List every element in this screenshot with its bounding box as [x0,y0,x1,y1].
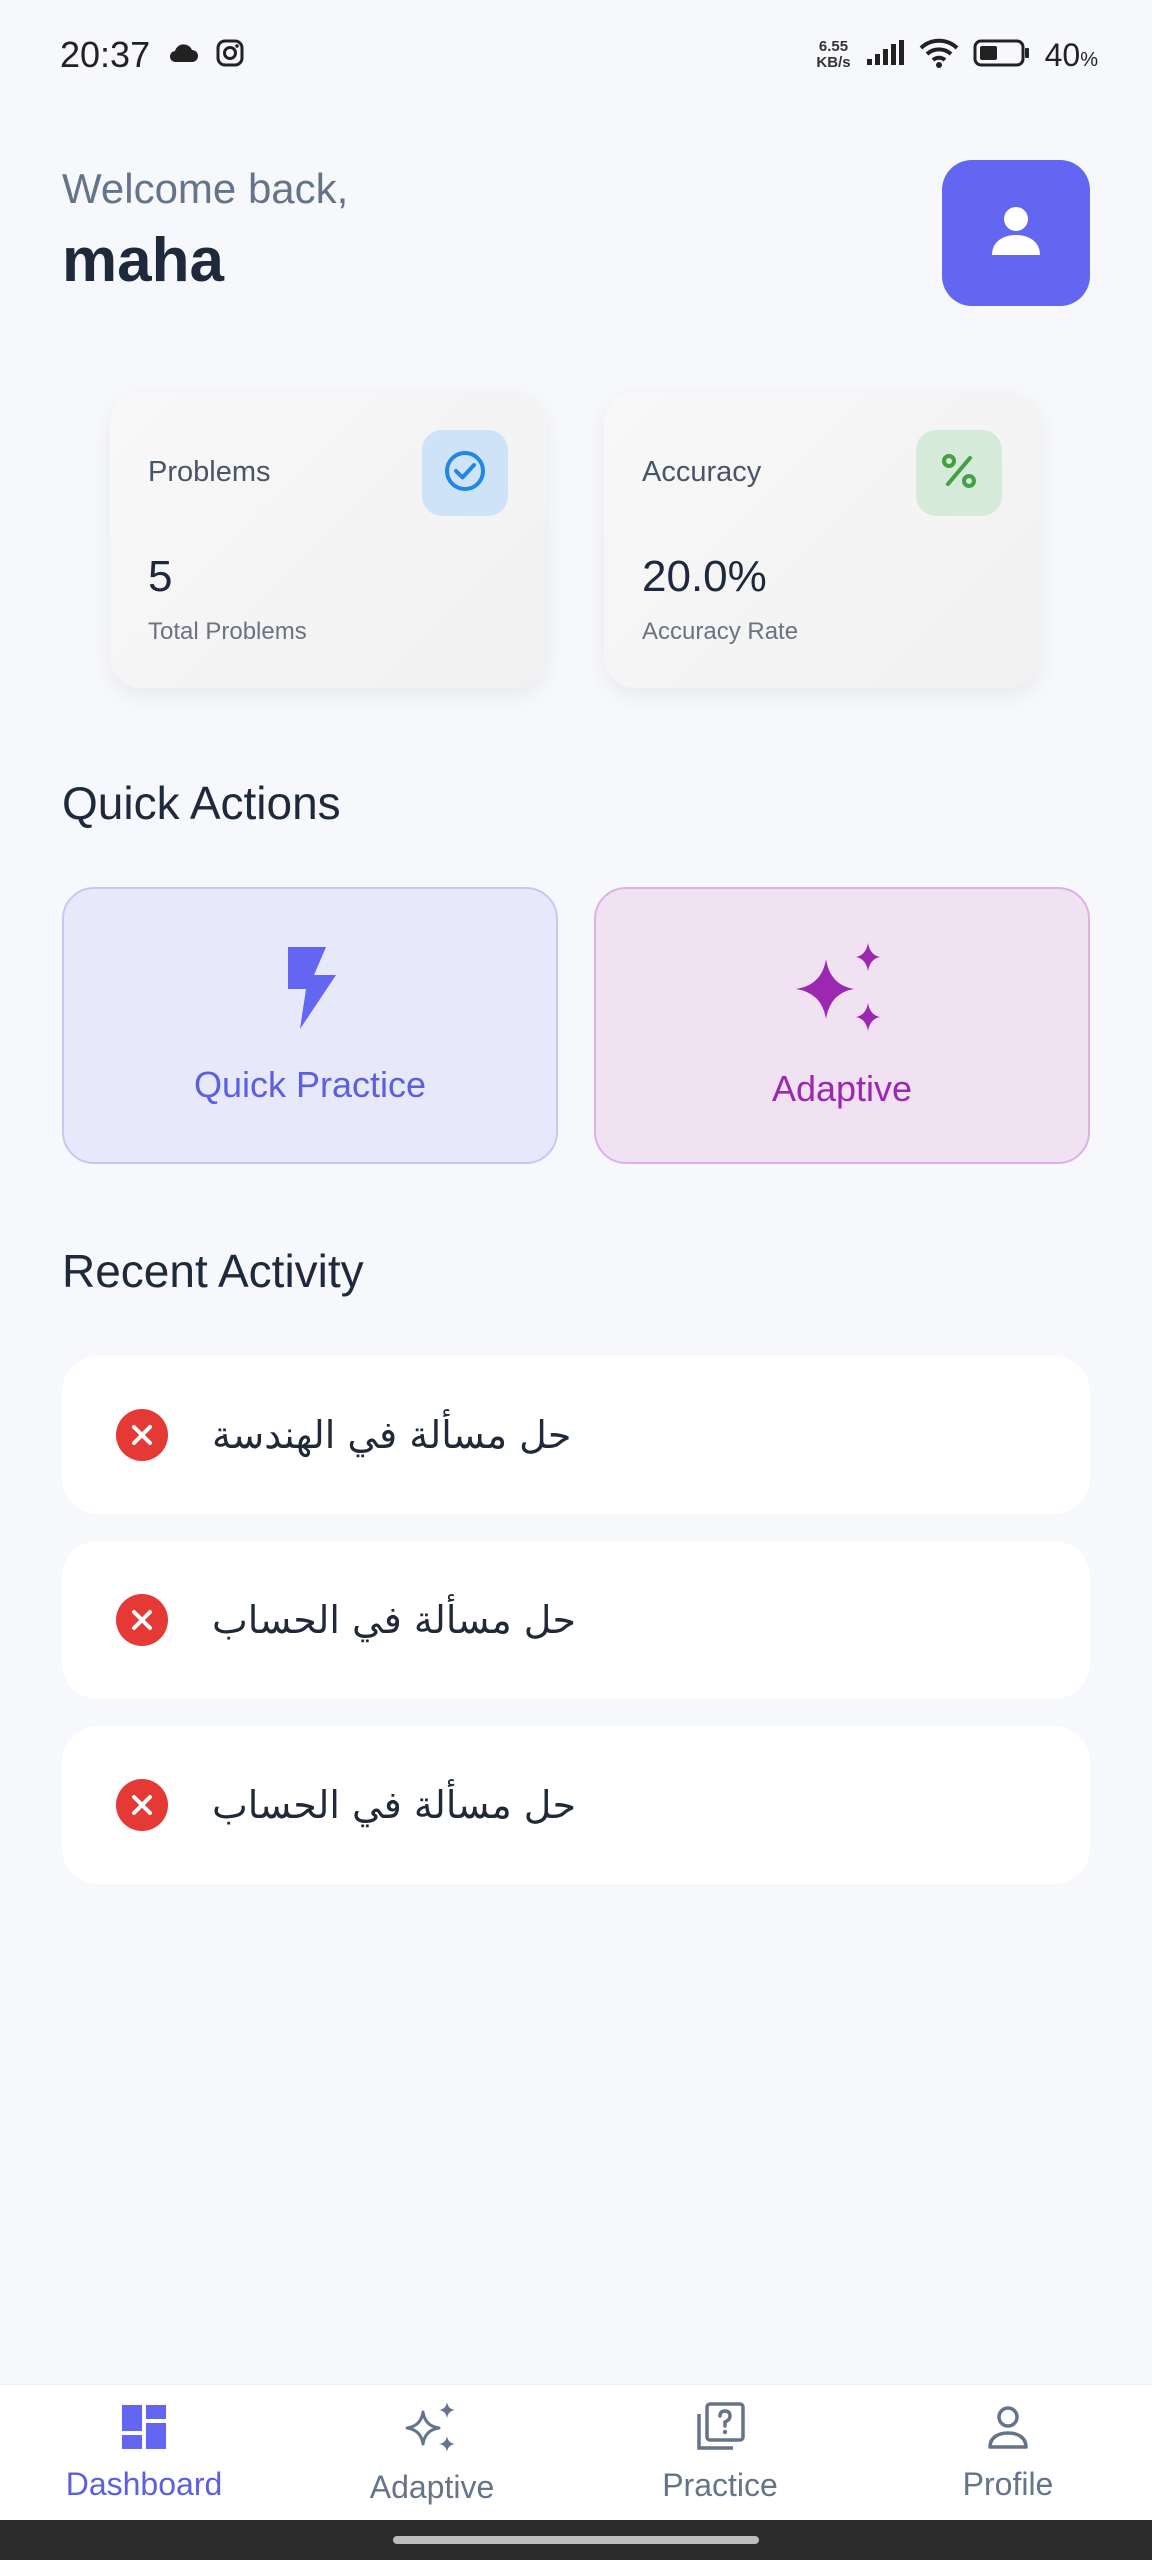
stat-title: Accuracy [642,456,762,488]
nav-label: Adaptive [369,2468,495,2505]
quick-actions-title: Quick Actions [62,777,341,829]
error-circle-icon [116,1594,168,1646]
dashboard-icon [120,2403,168,2456]
quick-practice-label: Quick Practice [193,1064,427,1105]
status-right: 6.55 KB/s 40% [816,37,1098,74]
instagram-icon [216,39,244,72]
battery-percent-sign: % [1080,48,1098,71]
avatar-button[interactable] [942,160,1090,306]
cloud-icon [168,43,199,68]
status-bar: 20:37 6.55 KB/s 40% [0,0,1152,110]
net-speed-value: 6.55 [818,38,849,55]
activity-item[interactable]: حل مسألة في الهندسة [62,1356,1090,1514]
net-speed-unit: KB/s [816,54,851,71]
activity-text: حل مسألة في الحساب [212,1783,577,1827]
adaptive-label: Adaptive [771,1068,913,1109]
stat-title: Problems [148,456,271,488]
stat-value: 5 [148,552,173,601]
error-circle-icon [116,1409,168,1461]
wifi-icon [919,38,959,73]
sparkle-icon [405,2400,459,2459]
welcome-text: Welcome back, [62,165,349,212]
stat-icon-container [916,430,1002,516]
stat-card-accuracy: Accuracy 20.0% Accuracy Rate [604,392,1040,688]
percent-icon [939,451,979,496]
activity-item[interactable]: حل مسألة في الحساب [62,1541,1090,1699]
stat-icon-container [422,430,508,516]
nav-label: Dashboard [65,2465,223,2502]
error-circle-icon [116,1779,168,1831]
stat-card-problems: Problems 5 Total Problems [110,392,546,688]
battery-percent: 40% [1045,37,1098,74]
activity-text: حل مسألة في الهندسة [212,1413,572,1457]
quiz-icon [695,2401,745,2457]
status-time: 20:37 [60,34,151,75]
nav-label: Profile [962,2465,1054,2502]
battery-percent-value: 40 [1044,36,1081,73]
status-left: 20:37 [60,34,244,76]
activity-text: حل مسألة في الحساب [212,1598,577,1642]
nav-label: Practice [662,2466,778,2503]
bottom-nav: Dashboard Adaptive Practice Profile [0,2384,1152,2520]
battery-icon [973,39,1031,72]
stat-value: 20.0% [642,552,767,601]
signal-icon [865,39,905,72]
nav-item-practice[interactable]: Practice [576,2385,864,2520]
net-speed: 6.55 KB/s [816,39,850,71]
system-nav-bar [0,2520,1152,2560]
sparkle-icon [792,941,892,1040]
nav-item-profile[interactable]: Profile [864,2385,1152,2520]
username: maha [62,226,224,295]
bolt-icon [280,945,340,1036]
adaptive-button[interactable]: Adaptive [594,887,1090,1164]
home-indicator[interactable] [393,2536,759,2544]
nav-item-adaptive[interactable]: Adaptive [288,2385,576,2520]
recent-activity-title: Recent Activity [62,1245,364,1297]
person-icon [986,201,1046,266]
activity-item[interactable]: حل مسألة في الحساب [62,1726,1090,1884]
check-circle-icon [443,449,487,498]
person-outline-icon [984,2403,1032,2456]
stat-subtitle: Total Problems [148,618,307,645]
nav-item-dashboard[interactable]: Dashboard [0,2385,288,2520]
stat-subtitle: Accuracy Rate [642,618,799,645]
quick-practice-button[interactable]: Quick Practice [62,887,558,1164]
